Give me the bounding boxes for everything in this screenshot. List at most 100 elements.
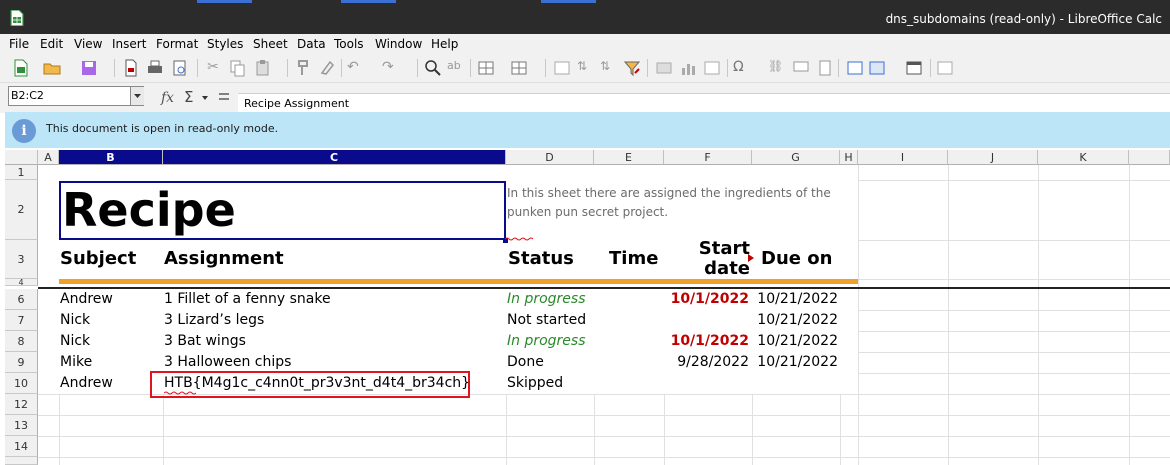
print-preview-icon[interactable] <box>171 59 189 77</box>
find-replace-icon[interactable] <box>424 59 442 77</box>
new-document-icon[interactable] <box>12 59 30 77</box>
menu-format[interactable]: Format <box>156 37 198 51</box>
cut-icon[interactable]: ✂ <box>204 59 222 77</box>
column-header-j[interactable]: J <box>948 150 1038 165</box>
sort-ascending-icon[interactable]: ⇅ <box>577 59 595 77</box>
menu-styles[interactable]: Styles <box>207 37 243 51</box>
column-header-d[interactable]: D <box>506 150 594 165</box>
formula-input[interactable] <box>238 93 1170 112</box>
row-header-3[interactable]: 3 <box>5 240 38 279</box>
formula-icon[interactable] <box>216 87 232 107</box>
row-header-15[interactable] <box>5 457 38 465</box>
column-header-e[interactable]: E <box>594 150 664 165</box>
column-header-k[interactable]: K <box>1038 150 1129 165</box>
insert-image-icon[interactable] <box>655 59 673 77</box>
row-header-2[interactable]: 2 <box>5 180 38 240</box>
undo-icon[interactable]: ↶ <box>347 59 365 77</box>
column-header-i[interactable]: I <box>858 150 948 165</box>
cell-due-date[interactable]: 10/21/2022 <box>752 291 838 307</box>
cell-subject[interactable]: Mike <box>60 354 92 370</box>
menu-help[interactable]: Help <box>431 37 458 51</box>
menu-window[interactable]: Window <box>375 37 422 51</box>
row-header-10[interactable]: 10 <box>5 373 38 394</box>
copy-icon[interactable] <box>228 59 246 77</box>
cell-status[interactable]: Done <box>507 354 544 370</box>
cell-status[interactable]: Skipped <box>507 375 563 391</box>
show-draw-functions-icon[interactable] <box>936 59 954 77</box>
cell-start-date[interactable]: 9/28/2022 <box>664 354 749 370</box>
split-window-icon[interactable] <box>905 59 923 77</box>
cell-status[interactable]: In progress <box>507 333 586 349</box>
sort-descending-icon[interactable]: ⇅ <box>600 59 618 77</box>
row-header-6[interactable]: 6 <box>5 289 38 310</box>
menu-data[interactable]: Data <box>297 37 326 51</box>
cell-due-date[interactable]: 10/21/2022 <box>752 354 838 370</box>
paste-icon[interactable] <box>254 59 272 77</box>
row-header-7[interactable]: 7 <box>5 310 38 331</box>
cell-assignment[interactable]: 3 Halloween chips <box>164 354 291 370</box>
cell-status[interactable]: Not started <box>507 312 586 328</box>
column-header-l[interactable] <box>1129 150 1170 165</box>
cell-assignment[interactable]: 1 Fillet of a fenny snake <box>164 291 331 307</box>
row-header-13[interactable]: 13 <box>5 415 38 436</box>
cell-subject[interactable]: Andrew <box>60 291 113 307</box>
autofilter-icon[interactable] <box>623 59 641 77</box>
menu-sheet[interactable]: Sheet <box>253 37 288 51</box>
insert-chart-icon[interactable] <box>679 59 697 77</box>
toolbar-separator <box>417 59 418 77</box>
cell-start-date[interactable]: 10/1/2022 <box>664 291 749 307</box>
cell-status[interactable]: In progress <box>507 291 586 307</box>
menu-view[interactable]: View <box>74 37 102 51</box>
sum-icon[interactable]: Σ <box>184 87 208 107</box>
clear-formatting-icon[interactable] <box>318 59 336 77</box>
column-header-b[interactable]: B <box>59 150 163 165</box>
cell-assignment[interactable]: 3 Lizard’s legs <box>164 312 264 328</box>
cell-start-date[interactable]: 10/1/2022 <box>664 333 749 349</box>
column-header-h[interactable]: H <box>840 150 858 165</box>
cell-subject[interactable]: Nick <box>60 333 90 349</box>
row-header-12[interactable]: 12 <box>5 394 38 415</box>
row-header-8[interactable]: 8 <box>5 331 38 352</box>
cell-assignment[interactable]: 3 Bat wings <box>164 333 246 349</box>
row-header-14[interactable]: 14 <box>5 436 38 457</box>
spreadsheet-grid[interactable]: A B C D E F G H I J K 1 2 3 4 6 7 8 9 10… <box>5 150 1170 465</box>
column-header-a[interactable]: A <box>38 150 59 165</box>
row-header-1[interactable]: 1 <box>5 165 38 180</box>
column-header-c[interactable]: C <box>163 150 506 165</box>
freeze-rows-columns-icon[interactable] <box>868 59 886 77</box>
clone-formatting-icon[interactable] <box>294 59 312 77</box>
name-box-value: B2:C2 <box>11 89 44 102</box>
column-icon[interactable] <box>510 59 528 77</box>
cell-due-date[interactable]: 10/21/2022 <box>752 312 838 328</box>
open-folder-icon[interactable] <box>43 59 61 77</box>
column-header-f[interactable]: F <box>664 150 752 165</box>
row-header-4[interactable]: 4 <box>5 279 38 287</box>
pivot-table-icon[interactable] <box>703 59 721 77</box>
grid-line <box>1129 165 1130 465</box>
comment-icon[interactable] <box>792 59 810 77</box>
headers-footers-icon[interactable] <box>816 59 834 77</box>
spelling-icon[interactable]: ab <box>447 59 465 77</box>
name-box-dropdown[interactable] <box>130 87 144 105</box>
export-pdf-icon[interactable] <box>122 59 140 77</box>
cell-subject[interactable]: Andrew <box>60 375 113 391</box>
redo-icon[interactable]: ↷ <box>382 59 400 77</box>
menu-insert[interactable]: Insert <box>112 37 146 51</box>
row-icon[interactable] <box>477 59 495 77</box>
print-icon[interactable] <box>146 59 164 77</box>
toolbar-separator <box>287 59 288 77</box>
select-all-corner[interactable] <box>5 150 38 165</box>
menu-file[interactable]: File <box>9 37 29 51</box>
menu-tools[interactable]: Tools <box>334 37 364 51</box>
save-icon[interactable] <box>80 59 98 77</box>
menu-edit[interactable]: Edit <box>40 37 63 51</box>
sort-icon[interactable] <box>553 59 571 77</box>
hyperlink-icon[interactable]: ⛓ <box>768 59 786 77</box>
column-header-g[interactable]: G <box>752 150 840 165</box>
special-character-icon[interactable]: Ω <box>733 59 751 77</box>
cell-due-date[interactable]: 10/21/2022 <box>752 333 838 349</box>
function-wizard-icon[interactable]: fx <box>160 87 178 107</box>
row-header-9[interactable]: 9 <box>5 352 38 373</box>
define-print-area-icon[interactable] <box>846 59 864 77</box>
cell-subject[interactable]: Nick <box>60 312 90 328</box>
